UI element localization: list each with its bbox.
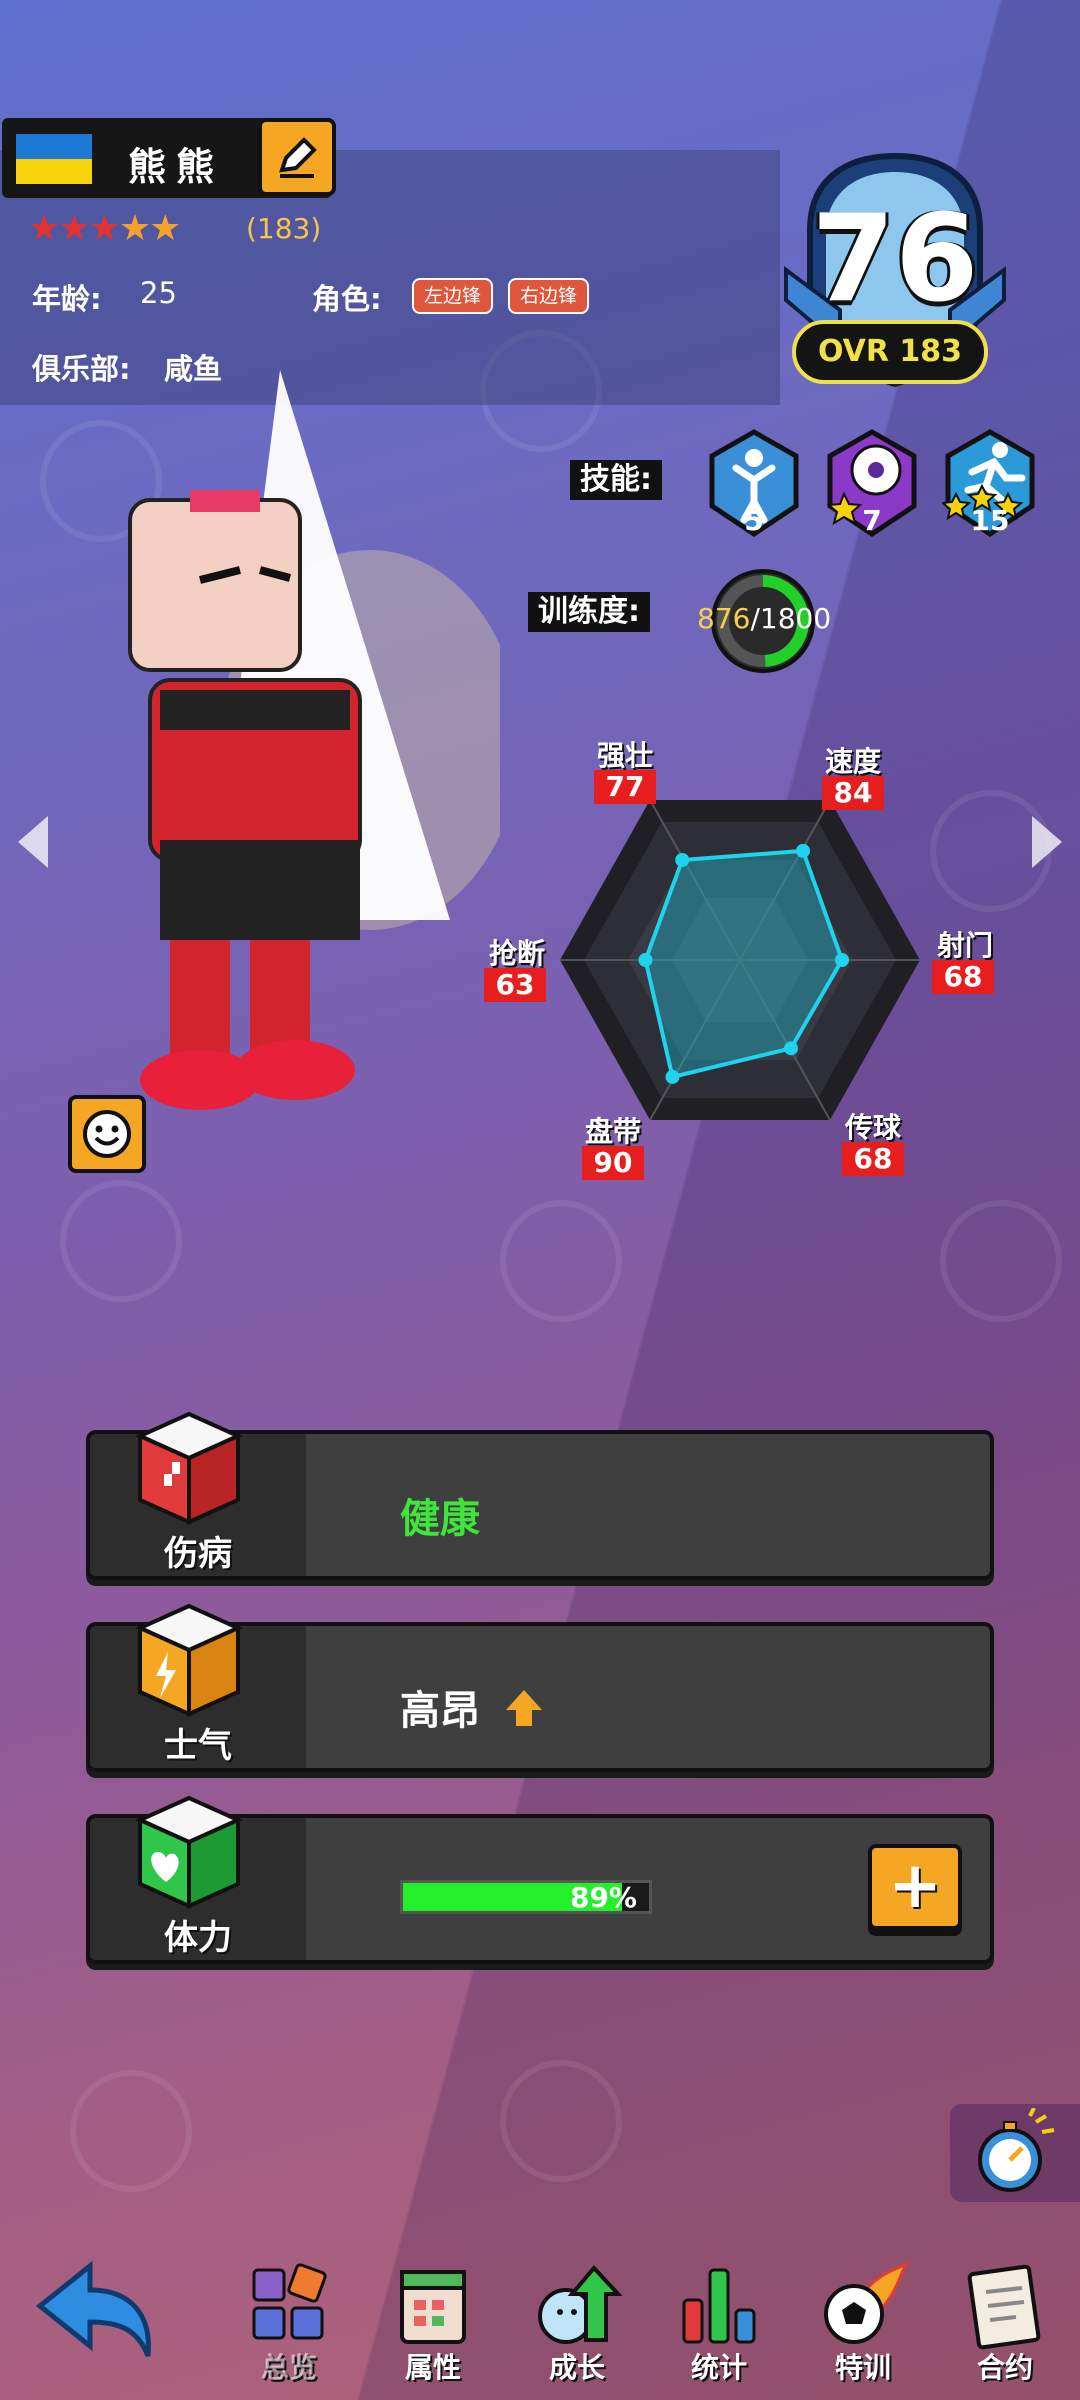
stamina-label: 体力 <box>164 1918 232 1958</box>
star-rating: ★★★★★ <box>28 208 181 249</box>
back-arrow-icon[interactable] <box>30 2256 160 2366</box>
nav-contract-label: 合约 <box>976 2351 1033 2384</box>
stats-radar-chart <box>560 799 920 1121</box>
radar-point-shooting <box>835 953 849 967</box>
arrow-up-icon <box>505 1690 542 1726</box>
attributes-icon <box>400 2270 466 2344</box>
ukraine-flag-icon <box>16 134 92 184</box>
nav-special-training[interactable]: 特训 <box>808 2260 918 2390</box>
radar-point-passing <box>784 1041 798 1056</box>
smiley-icon <box>83 1110 131 1158</box>
role-label: 角色: <box>312 282 382 316</box>
morale-panel: 士气 高昂 <box>86 1603 994 1772</box>
stat-speed-value: 84 <box>822 776 884 810</box>
nav-stats-label: 统计 <box>690 2351 747 2384</box>
skill-value: 15 <box>970 504 1010 537</box>
stat-shooting-value: 68 <box>932 960 994 994</box>
lightning-cube-icon <box>135 1603 243 1718</box>
stat-tackling-name: 抢断 <box>488 937 545 970</box>
training-label: 训练度: <box>528 592 650 632</box>
age-value: 25 <box>140 276 177 310</box>
injury-label: 伤病 <box>164 1534 232 1574</box>
add-stamina-button[interactable]: + <box>868 1844 962 1930</box>
radar-point-speed <box>796 843 810 858</box>
radar-point-dribbling <box>665 1069 680 1084</box>
nav-overview[interactable]: 总览 <box>234 2260 344 2390</box>
player-avatar <box>128 370 500 1110</box>
ball-pattern <box>60 1180 182 1302</box>
radar-point-strength <box>675 852 690 867</box>
morale-label: 士气 <box>164 1726 232 1766</box>
skill-value: 7 <box>862 504 882 537</box>
stat-dribbling-name: 盘带 <box>584 1115 641 1148</box>
stat-passing-value: 68 <box>842 1142 904 1176</box>
injury-status: 健康 <box>400 1496 480 1542</box>
training-current: 876 <box>697 602 751 635</box>
nav-attributes[interactable]: 属性 <box>378 2260 488 2390</box>
stat-tackling-value: 63 <box>484 968 546 1002</box>
nav-stats[interactable]: 统计 <box>664 2260 774 2390</box>
medkit-cube-icon <box>135 1411 243 1526</box>
previous-player-arrow-icon[interactable] <box>18 816 48 868</box>
radar-point-tackling <box>638 953 653 967</box>
stat-dribbling-value: 90 <box>582 1146 644 1180</box>
stat-shooting-name: 射门 <box>936 929 993 962</box>
training-total: /1800 <box>750 602 832 635</box>
edit-name-button[interactable] <box>258 118 336 196</box>
overall-rating: 76 <box>811 190 979 329</box>
injury-panel: 伤病 健康 <box>86 1411 994 1580</box>
skill-value: 5 <box>744 504 764 537</box>
special-training-icon <box>824 2260 910 2344</box>
ovr-pill: OVR 183 <box>792 320 988 384</box>
nav-growth-label: 成长 <box>548 2351 605 2384</box>
nav-attributes-label: 属性 <box>404 2351 461 2384</box>
skills-label: 技能: <box>570 460 662 500</box>
ball-pattern <box>940 1200 1062 1322</box>
ball-pattern <box>500 2060 622 2182</box>
age-label: 年龄: <box>32 282 102 316</box>
next-player-arrow-icon[interactable] <box>1032 816 1062 868</box>
stat-speed-name: 速度 <box>824 745 881 778</box>
star-count: (183) <box>246 212 322 245</box>
stamina-percent: 89% <box>569 1881 637 1914</box>
growth-icon <box>538 2264 623 2344</box>
overview-icon <box>252 2263 327 2340</box>
stamina-panel: 体力 89% + <box>86 1795 994 1964</box>
stat-strength-value: 77 <box>594 770 656 804</box>
nav-contract[interactable]: 合约 <box>950 2260 1060 2390</box>
role-tag-right-winger: 右边锋 <box>508 278 590 314</box>
stat-passing-name: 传球 <box>844 1111 901 1144</box>
stopwatch-icon[interactable] <box>970 2108 1060 2198</box>
pencil-icon <box>279 137 317 178</box>
stats-icon <box>682 2268 756 2344</box>
morale-value: 高昂 <box>400 1688 480 1734</box>
morale-status: 高昂 <box>400 1678 546 1736</box>
role-tag-left-winger: 左边锋 <box>412 278 494 314</box>
contract-icon <box>967 2264 1041 2350</box>
player-name: 熊熊 <box>128 145 225 189</box>
nav-special-training-label: 特训 <box>834 2351 891 2384</box>
emote-button[interactable] <box>68 1095 146 1173</box>
nav-overview-label: 总览 <box>260 2351 317 2384</box>
ball-pattern <box>70 2070 192 2192</box>
heart-cube-icon <box>135 1795 243 1910</box>
nav-growth[interactable]: 成长 <box>522 2260 632 2390</box>
ball-pattern <box>500 1200 622 1322</box>
stat-strength-name: 强壮 <box>596 739 653 772</box>
stamina-bar: 89% <box>400 1880 652 1914</box>
training-progress-text: 876/1800 <box>697 602 831 635</box>
